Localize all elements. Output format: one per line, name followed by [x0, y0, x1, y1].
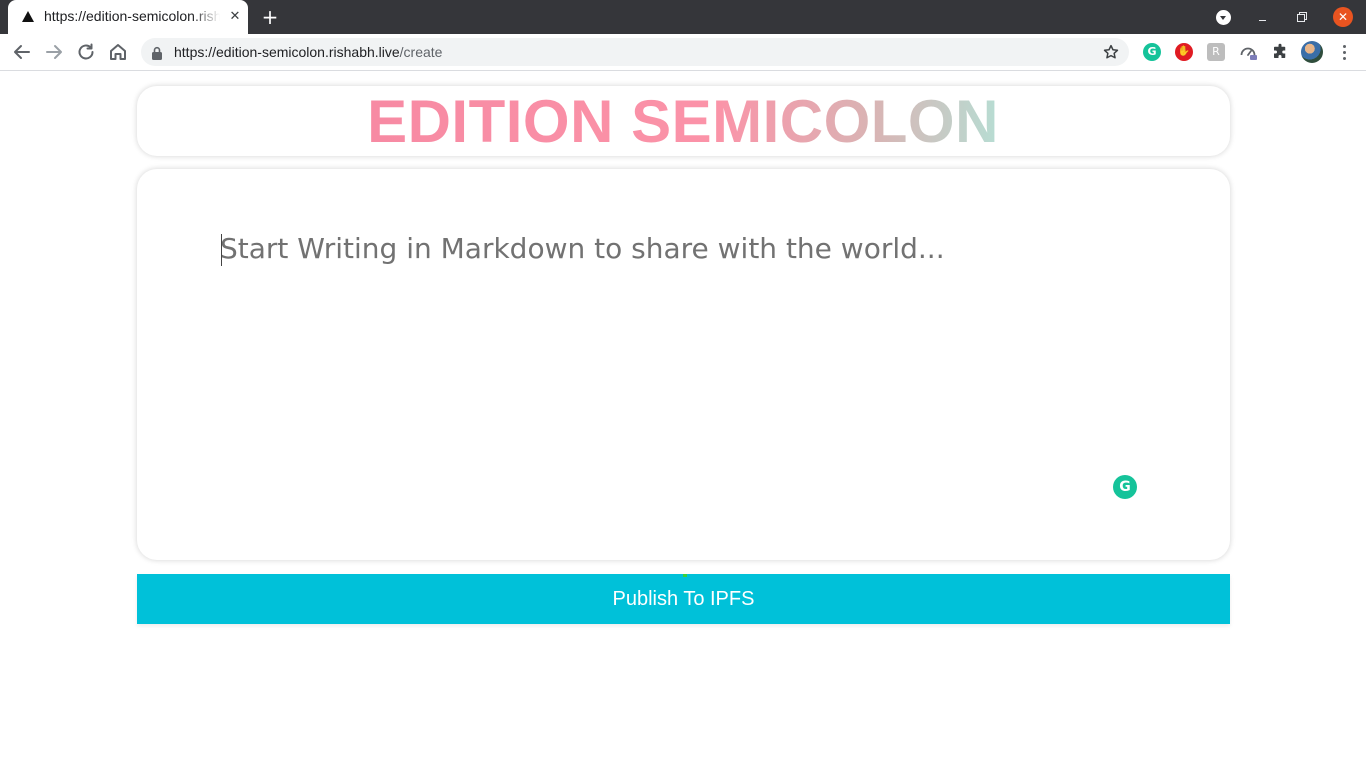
browser-tab[interactable]: https://edition-semicolon.rishabh.live/c… — [8, 0, 248, 34]
reload-icon[interactable] — [74, 40, 98, 64]
restore-icon[interactable] — [1297, 12, 1307, 22]
window-close-icon[interactable]: ✕ — [1333, 7, 1353, 27]
tab-close-icon[interactable]: ✕ — [226, 8, 244, 26]
profile-avatar[interactable] — [1301, 41, 1323, 63]
home-icon[interactable] — [106, 40, 130, 64]
tab-search-icon[interactable] — [1216, 10, 1231, 25]
browser-menu-icon[interactable] — [1336, 43, 1352, 61]
minimize-icon[interactable] — [1256, 9, 1270, 25]
extensions-puzzle-icon[interactable] — [1271, 43, 1289, 61]
grammarly-badge-icon[interactable]: G — [1113, 475, 1137, 499]
rss-extension-icon[interactable]: R — [1207, 43, 1225, 61]
text-caret — [221, 234, 222, 266]
publish-button[interactable]: Publish To IPFS — [137, 574, 1230, 624]
site-title-text: EDITION SEMICOLON — [367, 88, 999, 155]
url-host: https://edition-semicolon.rishabh.live — [174, 44, 400, 60]
triangle-icon — [22, 11, 34, 22]
markdown-editor[interactable] — [220, 226, 1120, 526]
back-arrow-icon[interactable] — [10, 40, 34, 64]
adblock-extension-icon[interactable]: ✋ — [1175, 43, 1193, 61]
forward-arrow-icon[interactable] — [42, 40, 66, 64]
status-dot — [683, 574, 687, 577]
bookmark-star-icon[interactable] — [1102, 43, 1120, 61]
speedometer-extension-icon[interactable] — [1239, 43, 1257, 61]
tab-title: https://edition-semicolon.rishabh.live/c… — [44, 8, 220, 26]
url-text[interactable]: https://edition-semicolon.rishabh.live/c… — [174, 43, 442, 61]
lock-icon[interactable] — [151, 45, 163, 60]
new-tab-button[interactable]: + — [259, 6, 281, 28]
grammarly-extension-icon[interactable]: G — [1143, 43, 1161, 61]
site-title: EDITION SEMICOLON — [0, 86, 1366, 156]
url-path: /create — [399, 44, 443, 60]
